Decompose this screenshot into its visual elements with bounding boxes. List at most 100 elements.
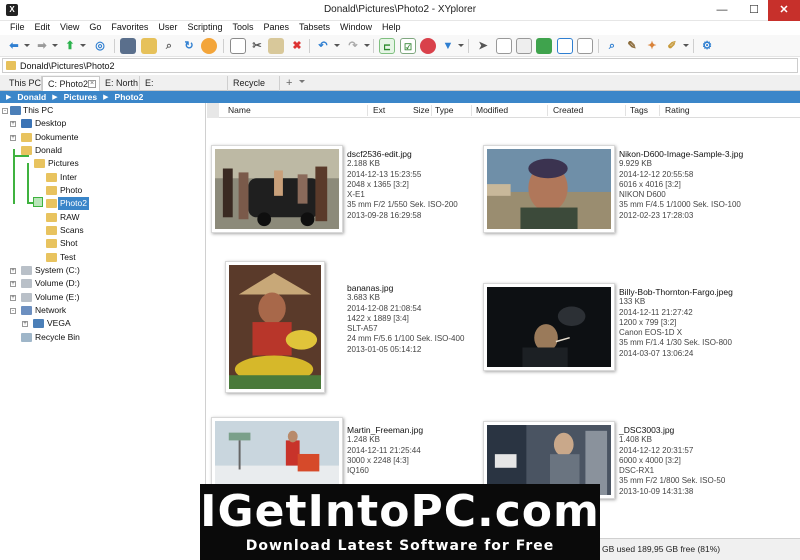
android-icon[interactable]	[536, 38, 552, 54]
catalog-icon[interactable]	[201, 38, 217, 54]
column-separator[interactable]	[431, 105, 432, 116]
computer-icon[interactable]	[120, 38, 136, 54]
breadcrumb-pictures[interactable]: Pictures	[64, 92, 98, 102]
tree-item-volume-e[interactable]: + Volume (E:)	[0, 291, 206, 304]
file-name[interactable]: bananas.jpg	[347, 283, 464, 293]
tree-item-raw[interactable]: RAW	[0, 211, 206, 224]
tree-item-desktop[interactable]: + Desktop	[0, 117, 206, 130]
menu-tools[interactable]: Tools	[228, 21, 259, 35]
tab-menu-icon[interactable]	[299, 80, 305, 83]
menu-scripting[interactable]: Scripting	[183, 21, 228, 35]
menu-view[interactable]: View	[56, 21, 85, 35]
menu-edit[interactable]: Edit	[31, 21, 57, 35]
copy-icon[interactable]	[230, 38, 246, 54]
tree-item-volume-d[interactable]: + Volume (D:)	[0, 277, 206, 290]
column-separator[interactable]	[547, 105, 548, 116]
forward-arrow-icon[interactable]: ➡	[34, 38, 50, 54]
collapse-icon[interactable]: -	[10, 308, 16, 314]
thumbnail-billy-bob[interactable]	[483, 283, 615, 371]
column-tags[interactable]: Tags	[630, 105, 648, 115]
back-arrow-icon[interactable]: ⬅	[6, 38, 22, 54]
tab-e-north[interactable]: E: North	[100, 76, 140, 91]
settings-gear-icon[interactable]: ⚙	[699, 38, 715, 54]
column-header-handle[interactable]	[207, 103, 219, 118]
minimize-button[interactable]: —	[706, 0, 738, 21]
column-rating[interactable]: Rating	[665, 105, 690, 115]
chevron-right-icon[interactable]: ▶	[52, 93, 57, 101]
tree-item-system-c[interactable]: + System (C:)	[0, 264, 206, 277]
thumbnail-martin-freeman[interactable]	[211, 417, 343, 489]
tree-item-scans[interactable]: Scans	[0, 224, 206, 237]
tab-e-mousedownblowup[interactable]: E: MouseDownBlowUp	[140, 76, 228, 102]
filter-icon[interactable]: ▼	[440, 38, 456, 54]
breadcrumb-photo2[interactable]: Photo2	[115, 92, 144, 102]
menu-window[interactable]: Window	[336, 21, 378, 35]
menu-go[interactable]: Go	[85, 21, 107, 35]
target-icon[interactable]: ◎	[92, 38, 108, 54]
menu-favorites[interactable]: Favorites	[107, 21, 154, 35]
expand-icon[interactable]: +	[10, 281, 16, 287]
file-name[interactable]: Billy-Bob-Thornton-Fargo.jpeg	[619, 287, 733, 297]
tree-item-photo[interactable]: Photo	[0, 184, 206, 197]
file-name[interactable]: _DSC3003.jpg	[619, 425, 725, 435]
menu-panes[interactable]: Panes	[259, 21, 295, 35]
tree-item-inter[interactable]: Inter	[0, 171, 206, 184]
close-tab-icon[interactable]: ×	[88, 80, 96, 88]
file-name[interactable]: Martin_Freeman.jpg	[347, 425, 423, 435]
column-separator[interactable]	[471, 105, 472, 116]
column-separator[interactable]	[367, 105, 368, 116]
dual-pane-icon[interactable]	[557, 38, 573, 54]
tree-item-photo2[interactable]: Photo2	[0, 197, 206, 210]
breadcrumb-donald[interactable]: Donald	[17, 92, 46, 102]
folder-icon[interactable]	[141, 38, 157, 54]
brush-dropdown-icon[interactable]	[683, 44, 689, 47]
panel-icon[interactable]	[577, 38, 593, 54]
column-separator[interactable]	[625, 105, 626, 116]
paste-icon[interactable]	[268, 38, 284, 54]
address-path[interactable]: Donald\Pictures\Photo2	[20, 61, 115, 71]
column-name[interactable]: Name	[228, 105, 251, 115]
add-tab-icon[interactable]: +	[286, 76, 292, 90]
menu-user[interactable]: User	[154, 21, 183, 35]
expand-icon[interactable]: +	[10, 135, 16, 141]
up-dropdown-icon[interactable]	[80, 44, 86, 47]
delete-icon[interactable]: ✖	[289, 38, 305, 54]
cut-icon[interactable]: ✂	[249, 38, 265, 54]
file-name[interactable]: Nikon-D600-Image-Sample-3.jpg	[619, 149, 743, 159]
column-type[interactable]: Type	[435, 105, 453, 115]
back-dropdown-icon[interactable]	[24, 44, 30, 47]
pie-chart-icon[interactable]	[420, 38, 436, 54]
tree-item-test[interactable]: Test	[0, 251, 206, 264]
send-icon[interactable]: ➤	[475, 38, 491, 54]
thumbnail-bananas[interactable]	[225, 261, 325, 393]
tab-recycle-bin[interactable]: Recycle Bin	[228, 76, 280, 102]
tree-item-this-pc[interactable]: - This PC	[0, 104, 206, 117]
redo-icon[interactable]: ↷	[345, 38, 361, 54]
list-view-icon[interactable]	[496, 38, 512, 54]
tree-item-recycle-bin[interactable]: Recycle Bin	[0, 331, 206, 344]
tools-icon[interactable]: ✎	[624, 38, 640, 54]
tab-c-photo2[interactable]: C: Photo2 ×	[42, 76, 100, 92]
address-bar[interactable]: Donald\Pictures\Photo2	[2, 58, 798, 73]
find-icon[interactable]: ⌕	[604, 38, 620, 54]
redo-dropdown-icon[interactable]	[364, 44, 370, 47]
checkbox-icon[interactable]: ☑	[400, 38, 416, 54]
undo-dropdown-icon[interactable]	[334, 44, 340, 47]
tree-item-network[interactable]: - Network	[0, 304, 206, 317]
column-separator[interactable]	[659, 105, 660, 116]
chevron-right-icon[interactable]: ▶	[6, 93, 11, 101]
refresh-icon[interactable]: ↻	[181, 38, 197, 54]
tree-item-vega[interactable]: + VEGA	[0, 317, 206, 330]
column-ext[interactable]: Ext	[373, 105, 385, 115]
brush-icon[interactable]: ✐	[664, 38, 680, 54]
up-arrow-icon[interactable]: ⬆	[62, 38, 78, 54]
menu-tabsets[interactable]: Tabsets	[295, 21, 336, 35]
menu-help[interactable]: Help	[378, 21, 407, 35]
filter-dropdown-icon[interactable]	[458, 44, 464, 47]
tree-item-pictures[interactable]: Pictures	[0, 157, 206, 170]
thumbnail-nikon-d600[interactable]	[483, 145, 615, 233]
collapse-icon[interactable]: -	[2, 108, 8, 114]
column-size[interactable]: Size	[413, 105, 430, 115]
expand-icon[interactable]: +	[10, 295, 16, 301]
expand-icon[interactable]: +	[10, 268, 16, 274]
